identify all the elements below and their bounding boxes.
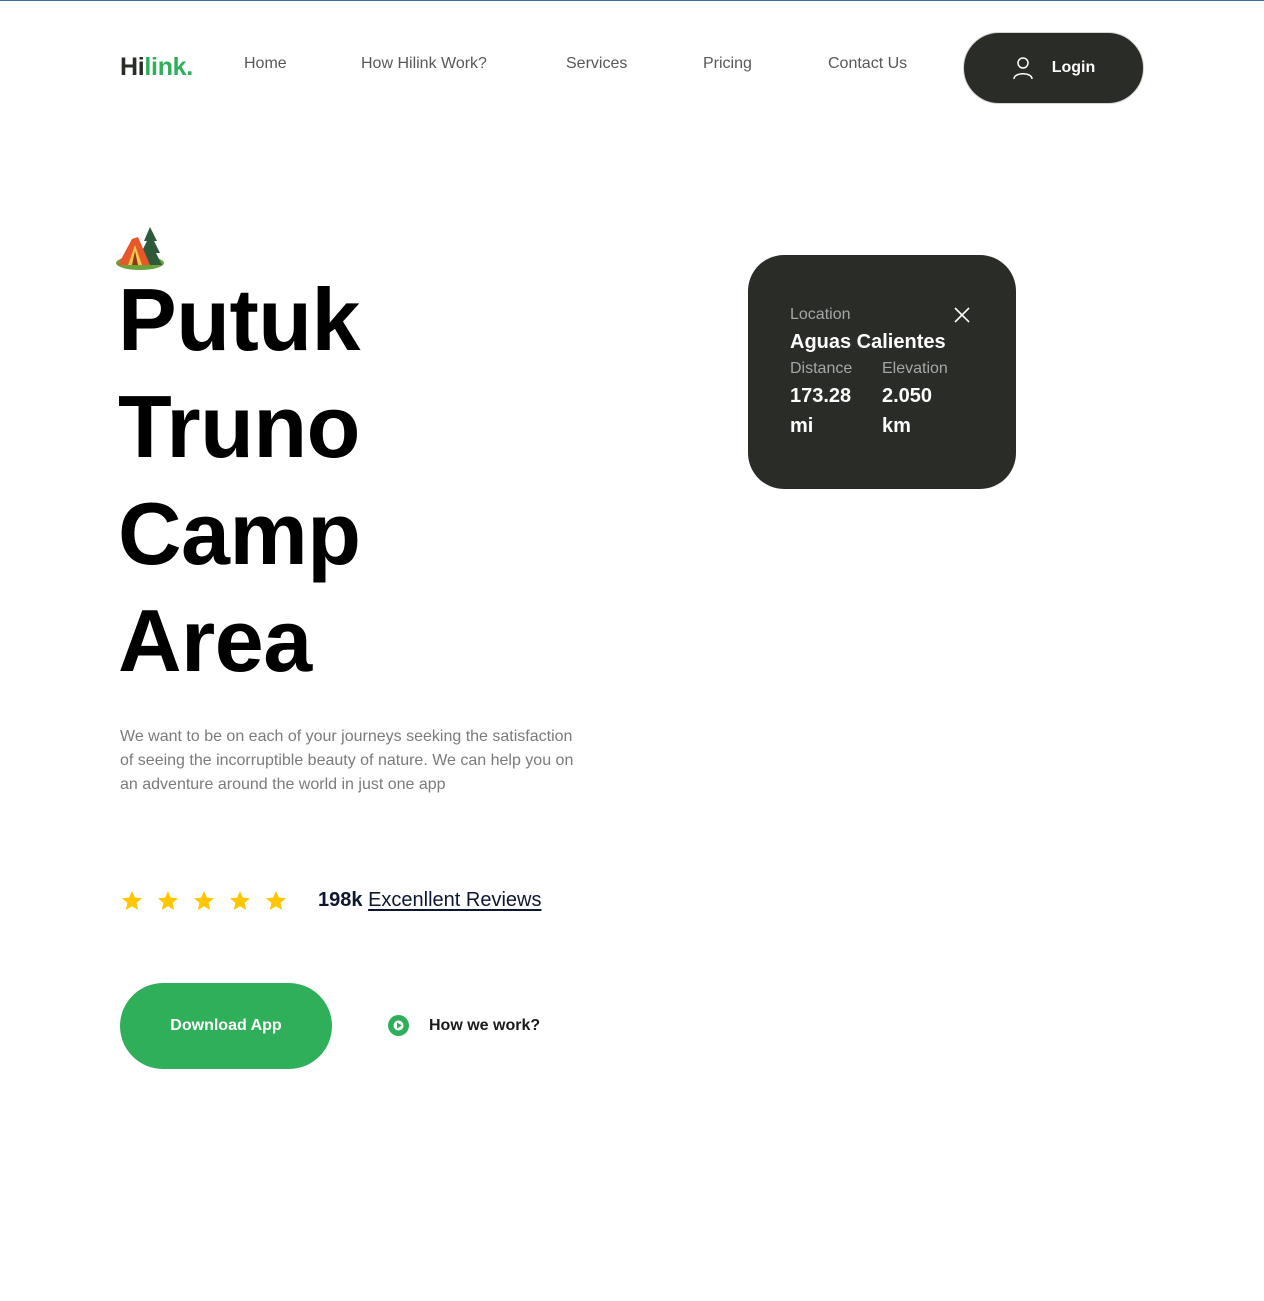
star-icon	[194, 891, 214, 910]
location-label: Location	[790, 306, 851, 323]
how-we-work-link[interactable]: How we work?	[388, 1015, 540, 1036]
hero-title-line: Area	[118, 591, 312, 690]
close-icon[interactable]	[952, 305, 972, 325]
hero-title: Putuk Truno Camp Area	[118, 266, 361, 694]
hero-description: We want to be on each of your journeys s…	[120, 728, 574, 793]
top-border	[0, 0, 1264, 1]
login-button[interactable]: Login	[963, 32, 1144, 104]
nav-home[interactable]: Home	[244, 55, 287, 73]
hero-title-line: Putuk	[118, 270, 360, 369]
login-label: Login	[1051, 59, 1096, 76]
nav-services[interactable]: Services	[566, 55, 627, 73]
star-icon	[230, 891, 250, 910]
download-app-button[interactable]: Download App	[120, 983, 332, 1069]
reviews-summary: 198k Excenllent Reviews	[318, 889, 541, 912]
location-card: Location Aguas Calientes Distance Elevat…	[748, 255, 1016, 489]
elevation-unit: km	[882, 415, 911, 437]
nav-how-hilink-work[interactable]: How Hilink Work?	[361, 55, 487, 73]
user-icon	[1012, 57, 1033, 80]
distance-value: 173.28	[790, 385, 852, 407]
reviews-count: 198k	[318, 889, 363, 911]
logo[interactable]: Hilink.	[120, 53, 193, 82]
nav-contact-us[interactable]: Contact Us	[828, 55, 907, 73]
star-icon	[266, 891, 286, 910]
elevation-label: Elevation	[882, 360, 948, 377]
location-value: Aguas Calientes	[790, 331, 946, 353]
hero-title-line: Camp	[118, 484, 361, 583]
star-icon	[122, 891, 142, 910]
hero-title-line: Truno	[118, 377, 360, 476]
logo-text-green: link.	[144, 53, 193, 81]
distance-label: Distance	[790, 360, 853, 377]
elevation-value: 2.050	[882, 385, 933, 407]
nav-pricing[interactable]: Pricing	[703, 55, 752, 73]
how-we-work-label: How we work?	[429, 1016, 541, 1034]
logo-text-dark: Hi	[120, 53, 145, 81]
star-icon	[158, 891, 178, 910]
reviews-link[interactable]: Excenllent Reviews	[368, 889, 541, 911]
distance-unit: mi	[790, 415, 814, 437]
rating-stars	[120, 889, 288, 913]
play-icon	[388, 1015, 409, 1036]
